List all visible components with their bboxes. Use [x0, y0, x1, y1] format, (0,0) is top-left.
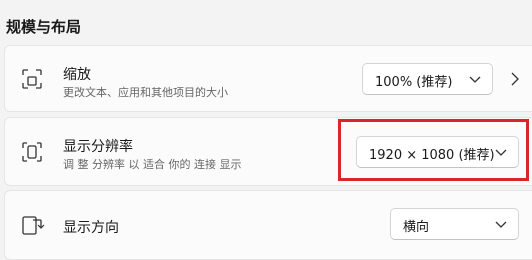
orientation-icon: [22, 216, 45, 235]
chevron-right-icon[interactable]: [509, 71, 521, 87]
scale-dropdown[interactable]: 100% (推荐): [362, 63, 493, 95]
resolution-description: 调 整 分辨率 以 适合 你的 连接 显示: [63, 158, 242, 171]
orientation-dropdown-value: 横向: [403, 220, 430, 235]
chevron-down-icon: [469, 76, 481, 83]
resolution-title: 显示分辨率: [63, 139, 133, 155]
section-title: 规模与布局: [6, 18, 82, 36]
scale-dropdown-value: 100% (推荐): [375, 75, 453, 90]
scale-icon: [22, 69, 42, 89]
scale-setting-row[interactable]: 缩放 更改文本、应用和其他项目的大小 100% (推荐): [4, 45, 532, 112]
resolution-icon: [22, 142, 42, 162]
chevron-down-icon: [495, 221, 507, 228]
scale-description: 更改文本、应用和其他项目的大小: [63, 86, 228, 99]
orientation-setting-row[interactable]: 显示方向 横向: [4, 190, 532, 260]
orientation-dropdown[interactable]: 横向: [390, 208, 519, 240]
orientation-title: 显示方向: [63, 220, 119, 236]
scale-title: 缩放: [63, 67, 91, 83]
annotation-highlight-box: [338, 119, 529, 181]
